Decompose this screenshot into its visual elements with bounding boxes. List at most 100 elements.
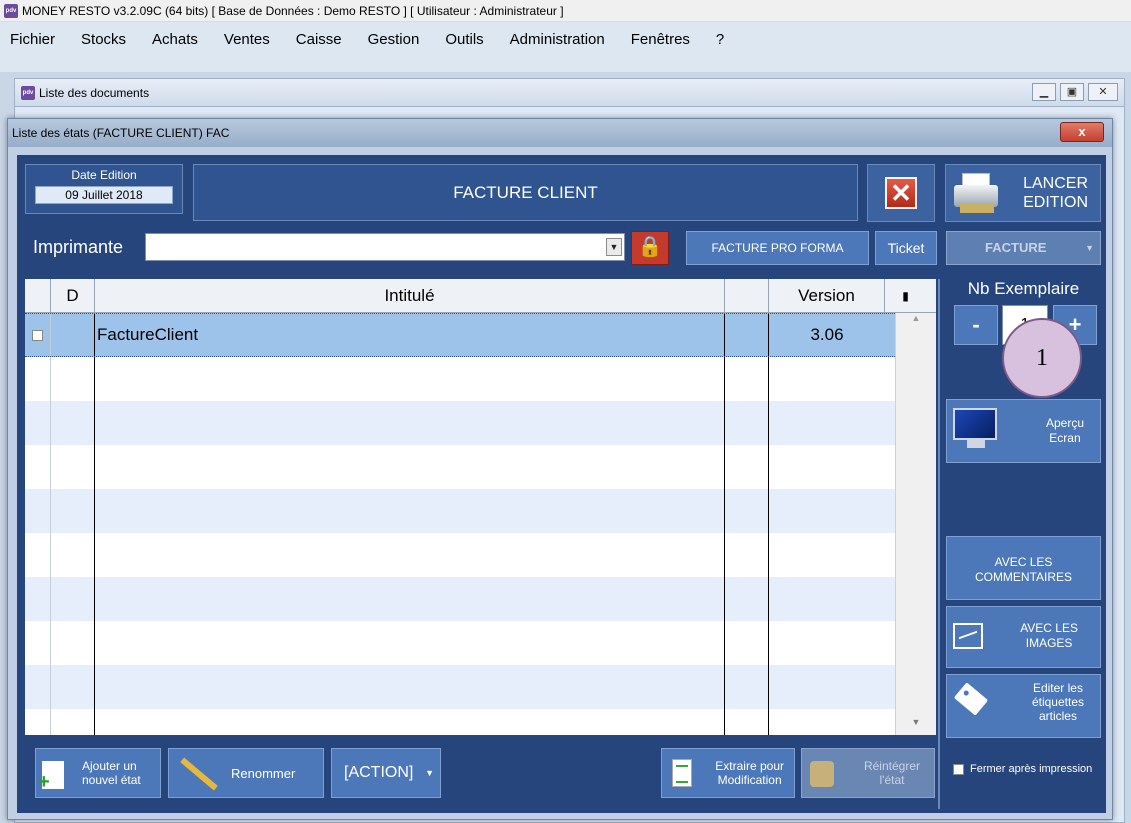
columns-menu-icon[interactable]: ▮ [885, 279, 926, 313]
divider [938, 279, 940, 809]
menu-administration[interactable]: Administration [510, 31, 605, 48]
menu-fenetres[interactable]: Fenêtres [631, 31, 690, 48]
dialog-body: Date Edition 09 Juillet 2018 FACTURE CLI… [17, 155, 1106, 813]
close-after-print-label: Fermer après impression [970, 763, 1093, 775]
facture-type-dropdown[interactable]: FACTURE ▼ [946, 231, 1101, 265]
with-comments-button[interactable]: AVEC LES COMMENTAIRES [946, 536, 1101, 600]
menu-achats[interactable]: Achats [152, 31, 198, 48]
states-dialog: Liste des états (FACTURE CLIENT) FAC x D… [7, 118, 1113, 820]
menu-fichier[interactable]: Fichier [10, 31, 55, 48]
table-row [25, 445, 895, 489]
table-scrollbar[interactable]: ▲ ▼ [895, 313, 936, 735]
lock-icon: 🔒 [637, 236, 663, 258]
extract-button[interactable]: Extraire pour Modification [661, 748, 795, 798]
rename-label: Renommer [231, 766, 296, 781]
cancel-x-icon: ✕ [885, 177, 917, 209]
step-badge: 1 [1002, 318, 1082, 398]
cancel-button[interactable]: ✕ [867, 164, 935, 222]
bottom-toolbar: Ajouter un nouvel état Renommer [ACTION]… [25, 743, 936, 801]
col-d[interactable]: D [51, 279, 95, 313]
close-after-print-checkbox[interactable] [953, 763, 964, 775]
window-controls: ▁ ▣ ✕ [1032, 83, 1118, 101]
date-edition-box: Date Edition 09 Juillet 2018 [25, 164, 183, 214]
row-d [51, 314, 95, 356]
window-logo-icon: pdv [21, 85, 35, 100]
menu-stocks[interactable]: Stocks [81, 31, 126, 48]
labels-label-2: étiquettes [1031, 695, 1084, 709]
spreadsheet-icon [672, 759, 692, 787]
dropdown-arrow-icon[interactable]: ▼ [606, 238, 622, 256]
reintegrate-icon [810, 761, 834, 787]
table-row [25, 533, 895, 577]
scroll-up-icon[interactable]: ▲ [896, 313, 936, 331]
action-dropdown[interactable]: [ACTION] ▼ [331, 748, 441, 798]
menu-ventes[interactable]: Ventes [224, 31, 270, 48]
col-intitule[interactable]: Intitulé [95, 279, 725, 313]
add-label-2: nouvel état [82, 773, 141, 787]
minimize-icon[interactable]: ▁ [1032, 83, 1056, 101]
print-labels-button[interactable]: Editer les étiquettes articles [946, 674, 1101, 738]
launch-label-1: LANCER [1023, 175, 1088, 192]
col-version[interactable]: Version [769, 279, 885, 313]
menu-bar: Fichier Stocks Achats Ventes Caisse Gest… [0, 22, 1131, 72]
images-label-1: AVEC LES [1020, 621, 1078, 635]
add-state-button[interactable]: Ajouter un nouvel état [35, 748, 161, 798]
menu-outils[interactable]: Outils [445, 31, 483, 48]
col-check [25, 279, 51, 313]
decrement-button[interactable]: - [954, 305, 998, 345]
close-icon[interactable]: ✕ [1088, 83, 1118, 101]
table-row [25, 621, 895, 665]
table-row [25, 709, 895, 735]
row-checkbox[interactable] [32, 329, 43, 341]
chevron-down-icon: ▼ [425, 768, 434, 778]
ticket-button[interactable]: Ticket [875, 231, 937, 265]
table-row [25, 357, 895, 401]
dialog-close-button[interactable]: x [1060, 122, 1104, 142]
rename-button[interactable]: Renommer [168, 748, 324, 798]
chevron-down-icon: ▼ [1085, 243, 1094, 253]
preview-label-1: Aperçu [1045, 416, 1084, 430]
menu-caisse[interactable]: Caisse [296, 31, 342, 48]
proforma-button[interactable]: FACTURE PRO FORMA [686, 231, 869, 265]
extract-label-1: Extraire pour [715, 759, 784, 773]
launch-edition-button[interactable]: LANCER EDITION [945, 164, 1101, 222]
with-images-button[interactable]: AVEC LES IMAGES [946, 606, 1101, 668]
add-label-1: Ajouter un [82, 759, 137, 773]
printer-icon [950, 171, 1002, 215]
add-document-icon [38, 761, 64, 794]
row-extra [725, 314, 769, 356]
menu-help[interactable]: ? [716, 31, 724, 48]
col-extra [725, 279, 769, 313]
reintegrate-button[interactable]: Réintégrer l'état [801, 748, 935, 798]
preview-screen-button[interactable]: Aperçu Ecran [946, 399, 1101, 463]
facture-type-value: FACTURE [985, 240, 1047, 255]
preview-label-2: Ecran [1049, 431, 1081, 445]
table-body: FactureClient 3.06 [25, 313, 895, 735]
reintegrate-label-1: Réintégrer [863, 759, 920, 773]
row-name: FactureClient [95, 314, 725, 356]
app-logo-icon: pdv [4, 3, 18, 18]
menu-gestion[interactable]: Gestion [368, 31, 420, 48]
date-edition-field[interactable]: 09 Juillet 2018 [35, 186, 173, 204]
reintegrate-label-2: l'état [879, 773, 905, 787]
scroll-down-icon[interactable]: ▼ [896, 717, 936, 735]
printer-row: Imprimante ▼ 🔒 FACTURE PRO FORMA Ticket [25, 228, 937, 266]
app-title-bar: pdv MONEY RESTO v3.2.09C (64 bits) [ Bas… [0, 0, 1131, 22]
labels-label-3: articles [1038, 709, 1077, 723]
restore-icon[interactable]: ▣ [1060, 83, 1084, 101]
comments-label-1: AVEC LES [994, 555, 1053, 569]
monitor-icon [953, 408, 997, 448]
comments-label-2: COMMENTAIRES [974, 570, 1073, 584]
states-table: D Intitulé Version ▮ FactureClient 3.06 [25, 279, 936, 735]
images-label-2: IMAGES [1025, 636, 1073, 650]
table-row[interactable]: FactureClient 3.06 [25, 313, 895, 357]
printer-select[interactable]: ▼ [145, 233, 625, 261]
lock-button[interactable]: 🔒 [631, 231, 669, 265]
row-version: 3.06 [810, 325, 844, 344]
app-title: MONEY RESTO v3.2.09C (64 bits) [ Base de… [22, 3, 564, 18]
dialog-title: Liste des états (FACTURE CLIENT) FAC [8, 119, 1112, 147]
date-edition-label: Date Edition [71, 168, 137, 182]
report-title: FACTURE CLIENT [193, 164, 858, 221]
nb-exemplaire-label: Nb Exemplaire [967, 279, 1080, 298]
close-after-print-option[interactable]: Fermer après impression [953, 763, 1092, 775]
